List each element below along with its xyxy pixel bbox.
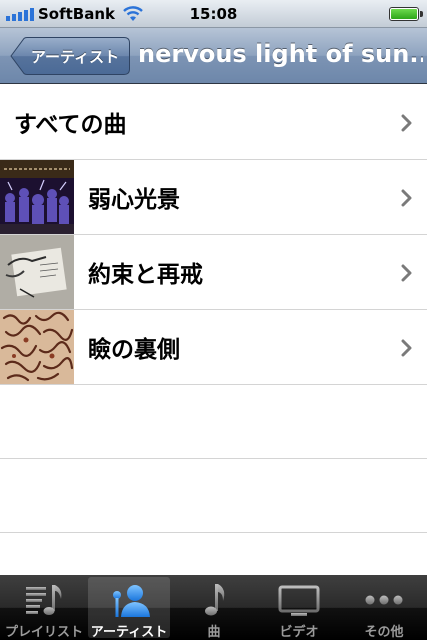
empty-row [0, 459, 427, 533]
playlist-icon [26, 585, 62, 615]
list-item-album[interactable]: 瞼の裏側 [0, 310, 427, 385]
tab-bar: プレイリスト アーティスト 曲 ビデオ その他 [0, 575, 427, 640]
tab-videos[interactable]: ビデオ [258, 577, 340, 640]
tab-label: ビデオ [279, 625, 319, 640]
back-button-label: アーティスト [30, 47, 120, 66]
tab-artists[interactable]: アーティスト [88, 577, 170, 640]
album-art-crowd [0, 160, 74, 234]
chevron-right-icon [401, 264, 412, 282]
video-icon [278, 585, 320, 616]
tab-label: アーティスト [90, 625, 168, 640]
chevron-right-icon [401, 339, 412, 357]
page-title: nervous light of sun... [138, 40, 423, 68]
more-icon [365, 595, 403, 605]
song-icon [205, 584, 225, 616]
tab-label: プレイリスト [4, 625, 83, 640]
chevron-right-icon [401, 114, 412, 132]
all-songs-label: すべての曲 [14, 112, 127, 138]
album-title: 瞼の裏側 [88, 337, 180, 363]
tab-label: その他 [364, 625, 404, 640]
album-art-pattern [0, 310, 74, 384]
chevron-right-icon [401, 189, 412, 207]
tab-more[interactable]: その他 [343, 577, 425, 640]
all-songs-row[interactable]: すべての曲 [0, 85, 427, 160]
tab-label: 曲 [207, 625, 221, 640]
album-list: すべての曲 弱心光景 約束と再戒 瞼の裏側 [0, 85, 427, 533]
navigation-bar: アーティスト nervous light of sun... [0, 28, 427, 84]
battery-icon [389, 7, 423, 21]
album-art-sketch [0, 235, 74, 309]
tab-songs[interactable]: 曲 [173, 577, 255, 640]
empty-row [0, 385, 427, 459]
clock: 15:08 [189, 5, 238, 23]
list-item-album[interactable]: 弱心光景 [0, 160, 427, 235]
back-button[interactable]: アーティスト [10, 37, 130, 75]
artist-icon [113, 585, 150, 617]
status-bar: SoftBank 15:08 [0, 0, 427, 28]
list-item-album[interactable]: 約束と再戒 [0, 235, 427, 310]
album-title: 約束と再戒 [88, 262, 203, 288]
tab-playlists[interactable]: プレイリスト [3, 577, 85, 640]
album-title: 弱心光景 [88, 187, 180, 213]
